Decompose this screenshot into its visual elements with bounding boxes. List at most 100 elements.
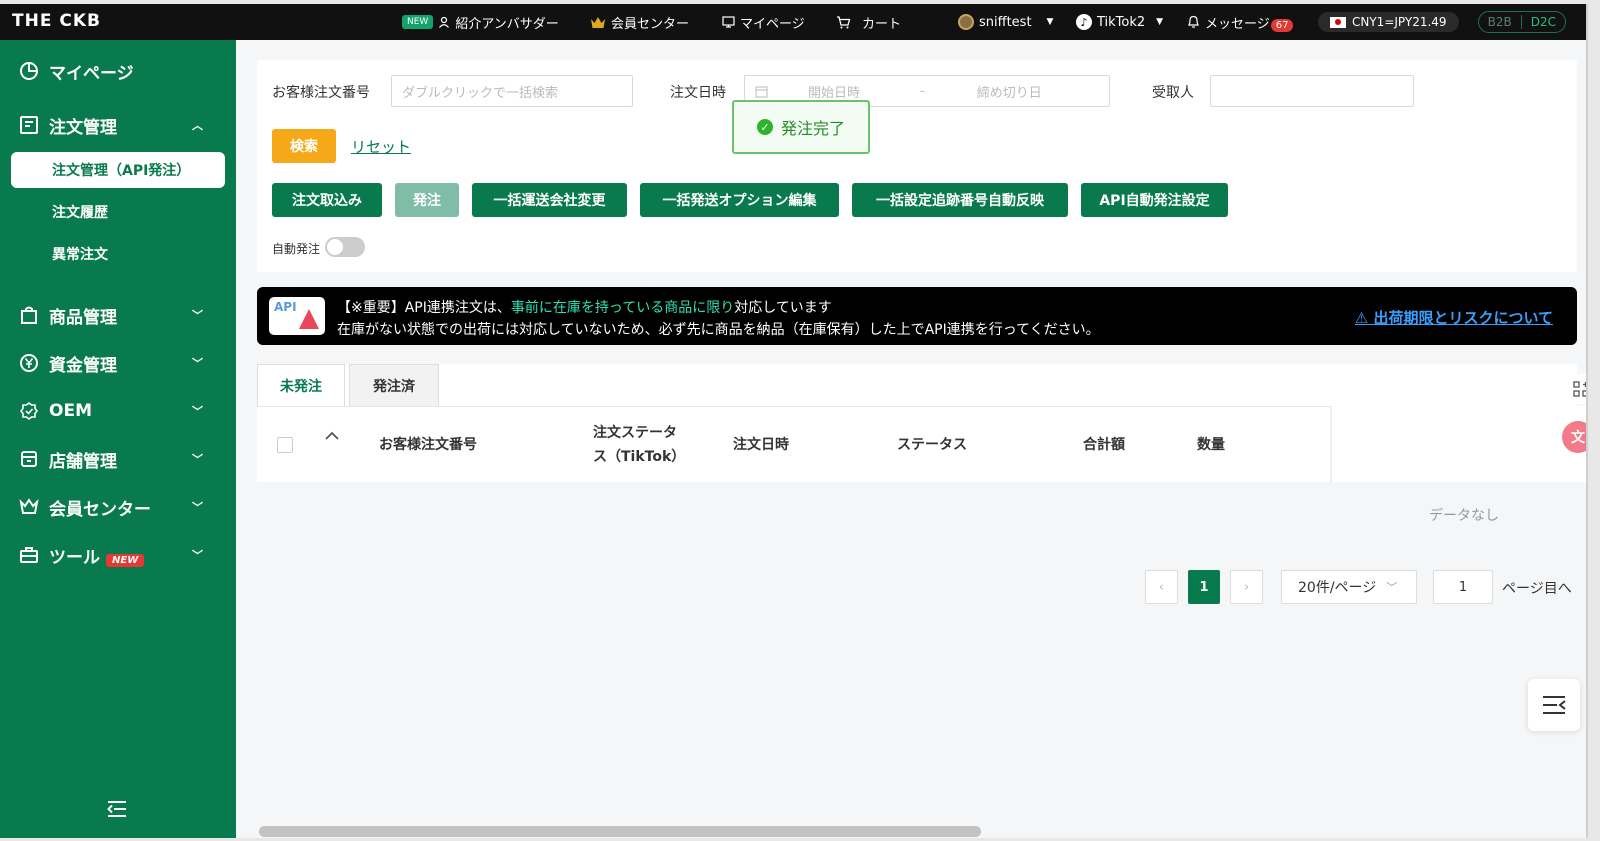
sidebar-item-oem[interactable]: OEM ﹀ [0, 391, 236, 431]
date-start: 開始日時 [808, 85, 861, 101]
apps-add-icon[interactable] [1566, 374, 1586, 404]
sidebar-collapse-icon[interactable] [106, 800, 128, 822]
user-menu[interactable]: snifftest ▼ [958, 4, 1053, 40]
date-separator: - [920, 83, 925, 99]
recipient-label: 受取人 [1152, 85, 1194, 101]
sidebar-item-product-mgmt[interactable]: 商品管理 ﹀ [0, 295, 236, 335]
crown-icon [591, 16, 605, 28]
col-order-no: お客様注文番号 [379, 437, 477, 453]
sidebar-subitem-abnormal-orders[interactable]: 異常注文 [11, 236, 225, 272]
order-no-input[interactable]: ダブルクリックで一括検索 [391, 75, 633, 107]
cart-link[interactable]: カート [836, 4, 901, 40]
page-size-select[interactable]: 20件/ページ ﹀ [1281, 570, 1417, 604]
person-icon [439, 16, 450, 28]
caret-down-icon: ▼ [1156, 17, 1164, 27]
search-button[interactable]: 検索 [272, 129, 336, 163]
japan-flag-icon [1330, 16, 1346, 28]
col-quantity: 数量 [1197, 437, 1225, 453]
horizontal-scrollbar[interactable] [259, 826, 981, 837]
ambassador-label: 紹介アンバサダー [455, 16, 559, 32]
sidebar-item-order-mgmt[interactable]: 注文管理 ︿ [0, 105, 236, 145]
select-all-checkbox[interactable] [277, 437, 293, 453]
mypage-label: マイページ [740, 16, 805, 32]
sidebar-item-mypage[interactable]: マイページ [0, 51, 236, 91]
cart-label: カート [862, 16, 902, 32]
mypage-link[interactable]: マイページ [722, 4, 805, 40]
rate-text: CNY1=JPY21.49 [1352, 15, 1447, 29]
caret-down-icon: ▼ [1046, 17, 1054, 27]
sidebar-item-label: ツール NEW [49, 543, 145, 568]
document-icon [18, 114, 40, 136]
bulk-carrier-button[interactable]: 一括運送会社変更 [472, 183, 627, 217]
page-1-button[interactable]: 1 [1188, 570, 1220, 604]
sidebar-item-tools[interactable]: ツール NEW ﹀ [0, 535, 236, 575]
next-page-button[interactable]: › [1230, 570, 1263, 604]
store-icon [18, 448, 40, 470]
bulk-tracking-button[interactable]: 一括設定追跡番号自動反映 [852, 183, 1068, 217]
reset-link[interactable]: リセット [351, 136, 411, 157]
member-center-link[interactable]: 会員センター [590, 4, 689, 40]
goto-page-label: ページ目へ [1502, 581, 1572, 597]
chevron-down-icon: ﹀ [192, 453, 203, 466]
chevron-down-icon: ﹀ [192, 357, 203, 370]
success-toast: ✓ 発注完了 [732, 100, 870, 154]
col-status-tiktok-line2: ス（TikTok） [593, 449, 686, 465]
shop-selector[interactable]: ♪ TikTok2 ▼ [1076, 4, 1163, 40]
messages-link[interactable]: メッセージ 67 [1187, 4, 1294, 40]
empty-state: データなし [1429, 508, 1499, 524]
recipient-input[interactable] [1210, 75, 1414, 107]
bulk-option-button[interactable]: 一括発送オプション編集 [640, 183, 839, 217]
warning-icon: ⚠ [1354, 309, 1369, 327]
sidebar-item-member-center[interactable]: 会員センター ﹀ [0, 487, 236, 527]
risk-link-text: 出荷期限とリスクについて [1373, 309, 1553, 327]
notice-line-1: 【※重要】API連携注文は、事前に在庫を持っている商品に限り対応しています [337, 297, 832, 317]
place-order-button[interactable]: 発注 [395, 183, 459, 217]
api-auto-order-button[interactable]: API自動発注設定 [1081, 183, 1228, 217]
user-name: snifftest [979, 14, 1032, 30]
ambassador-link[interactable]: NEW 紹介アンバサダー [402, 4, 559, 40]
chevron-down-icon: ﹀ [192, 405, 203, 418]
sidebar-item-fund-mgmt[interactable]: 資金管理 ﹀ [0, 343, 236, 383]
sidebar-item-label: 注文管理 [49, 117, 117, 138]
prev-page-button[interactable]: ‹ [1145, 570, 1178, 604]
messages-label: メッセージ [1205, 16, 1270, 32]
sidebar-subitem-order-history[interactable]: 注文履歴 [11, 194, 225, 230]
sidebar-subitem-api-orders[interactable]: 注文管理（API発注） [11, 152, 225, 188]
api-megaphone-icon: API [269, 297, 325, 335]
col-status: ステータス [897, 437, 967, 453]
shop-name: TikTok2 [1097, 14, 1146, 30]
sidebar-item-label: 商品管理 [49, 307, 117, 328]
mode-switch[interactable]: B2B D2C [1477, 11, 1566, 33]
risk-info-link[interactable]: ⚠ 出荷期限とリスクについて [1355, 307, 1553, 328]
import-orders-button[interactable]: 注文取込み [272, 183, 382, 217]
api-notice-banner: API 【※重要】API連携注文は、事前に在庫を持っている商品に限り対応していま… [257, 287, 1577, 345]
col-total: 合計額 [1083, 437, 1125, 453]
avatar [958, 14, 974, 30]
mode-d2c[interactable]: D2C [1520, 15, 1565, 29]
api-icon-text: API [274, 300, 297, 314]
fixed-action-column [1330, 406, 1586, 482]
notice-prefix: 【※重要】API連携注文は、 [337, 300, 511, 316]
collapse-up-icon[interactable] [324, 431, 340, 441]
shopping-bag-icon [18, 304, 40, 326]
col-status-tiktok: 注文ステータ ス（TikTok） [593, 421, 685, 469]
tab-unordered[interactable]: 未発注 [257, 364, 345, 406]
auto-order-toggle[interactable] [325, 237, 365, 257]
chevron-down-icon: ﹀ [192, 501, 203, 514]
new-badge: NEW [402, 15, 434, 29]
chevron-down-icon: ﹀ [1386, 581, 1398, 594]
translate-icon[interactable]: 文 [1562, 421, 1586, 453]
goto-page-input[interactable]: 1 [1433, 570, 1493, 604]
cart-icon [837, 15, 851, 28]
sidebar-item-label: 資金管理 [49, 355, 117, 376]
sidebar-item-label: 店舗管理 [49, 451, 117, 472]
order-tabs: 未発注 発注済 [257, 364, 1577, 406]
tiktok-icon: ♪ [1076, 14, 1092, 30]
tab-ordered[interactable]: 発注済 [349, 364, 439, 406]
app-window: THE CKB NEW 紹介アンバサダー 会員センター マイページ カート sn… [0, 4, 1588, 838]
sidebar-item-store-mgmt[interactable]: 店舗管理 ﹀ [0, 439, 236, 479]
mode-b2b[interactable]: B2B [1479, 15, 1521, 29]
pie-chart-icon [18, 60, 40, 82]
filter-panel: お客様注文番号 ダブルクリックで一括検索 注文日時 開始日時 - 締め切り日 受… [257, 60, 1577, 272]
menu-toggle-icon[interactable] [1528, 679, 1580, 731]
